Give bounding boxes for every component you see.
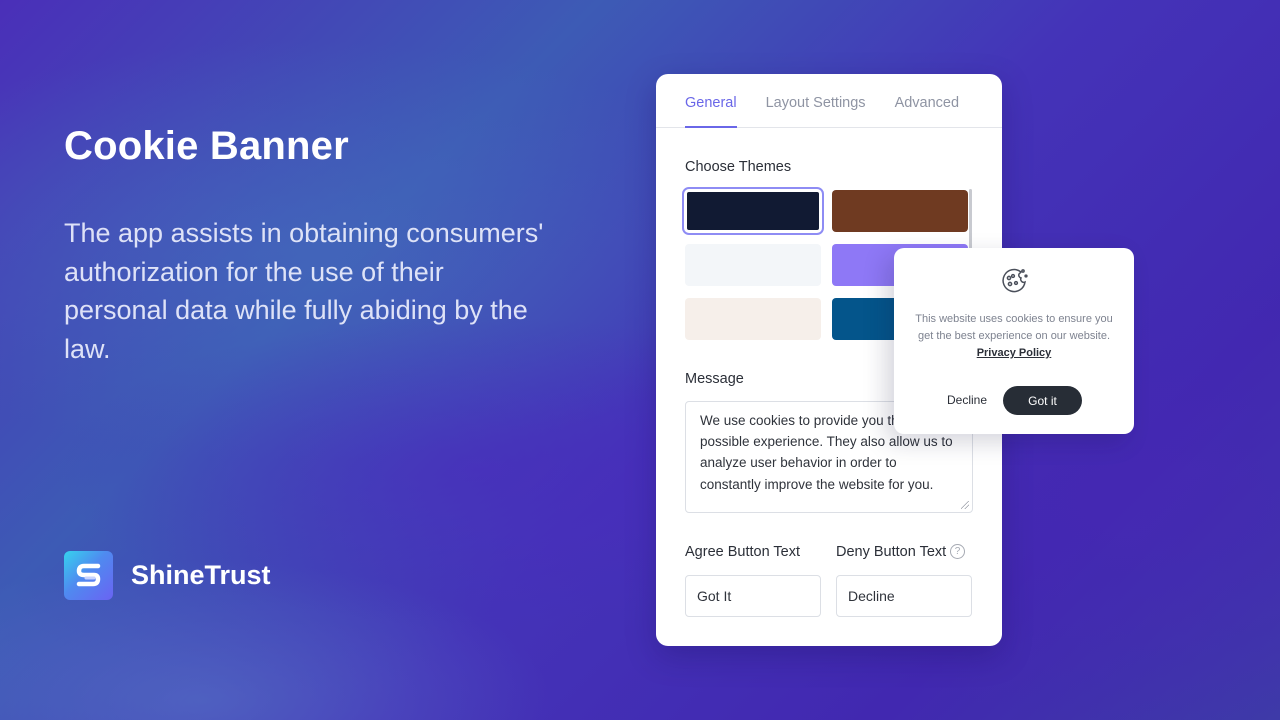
page-title: Cookie Banner xyxy=(64,124,349,168)
brand: ShineTrust xyxy=(64,551,271,600)
cookie-banner-preview: This website uses cookies to ensure you … xyxy=(894,248,1134,434)
accept-button[interactable]: Got it xyxy=(1003,386,1082,415)
message-label: Message xyxy=(685,371,744,387)
themes-scrollbar[interactable] xyxy=(969,189,972,249)
theme-swatch-brown[interactable] xyxy=(832,190,968,232)
theme-swatch-dark-navy[interactable] xyxy=(682,187,824,235)
settings-tabs: General Layout Settings Advanced xyxy=(656,74,1002,128)
brand-name: ShineTrust xyxy=(131,560,271,590)
tab-layout-settings[interactable]: Layout Settings xyxy=(766,74,866,127)
cookie-icon xyxy=(999,266,1029,296)
theme-swatch-cream[interactable] xyxy=(685,298,821,340)
cookie-banner-message: This website uses cookies to ensure you … xyxy=(912,311,1116,362)
hero-description: The app assists in obtaining consumers' … xyxy=(64,218,544,364)
tab-advanced[interactable]: Advanced xyxy=(895,74,960,127)
textarea-resize-handle[interactable] xyxy=(961,501,969,509)
privacy-policy-link[interactable]: Privacy Policy xyxy=(977,347,1052,359)
deny-button-text-input[interactable]: Decline xyxy=(836,575,972,617)
decline-button[interactable]: Decline xyxy=(936,386,998,414)
agree-button-text-label: Agree Button Text xyxy=(685,544,801,560)
agree-button-text-input[interactable]: Got It xyxy=(685,575,821,617)
tab-general[interactable]: General xyxy=(685,74,737,128)
shinetrust-logo-icon xyxy=(64,551,113,600)
choose-themes-label: Choose Themes xyxy=(685,159,792,175)
deny-button-text-label: Deny Button Text xyxy=(836,544,947,560)
help-icon[interactable]: ? xyxy=(950,544,965,559)
theme-swatch-light-gray[interactable] xyxy=(685,244,821,286)
cookie-banner-text: This website uses cookies to ensure you … xyxy=(915,313,1113,342)
